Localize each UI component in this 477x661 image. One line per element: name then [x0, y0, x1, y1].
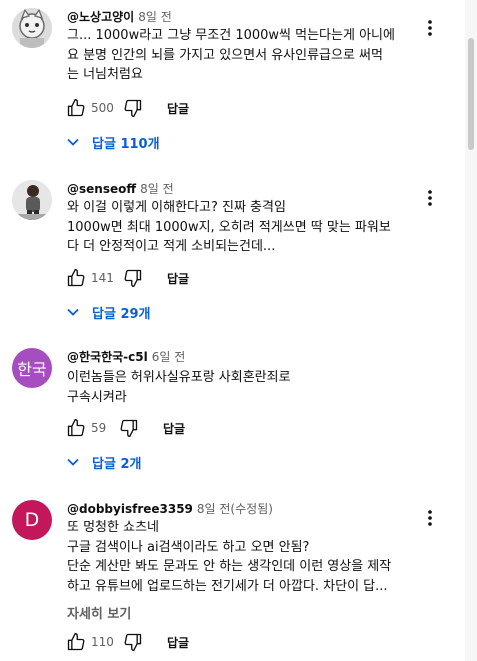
like-count: 110: [91, 635, 114, 649]
view-replies-button[interactable]: 답글 110개: [66, 128, 160, 156]
dislike-button[interactable]: [121, 630, 145, 654]
comment-time[interactable]: 8일 전(수정됨): [197, 502, 273, 516]
comment-line: 단순 계산만 봐도 문과도 안 하는 생각인데 이런 영상을 제작: [67, 559, 392, 574]
more-actions-button[interactable]: [420, 16, 440, 40]
avatar-text: 한국: [17, 360, 47, 379]
dislike-button[interactable]: [117, 416, 141, 440]
avatar[interactable]: [12, 180, 52, 220]
like-count: 59: [91, 421, 107, 435]
comment-line: 구글 검색이나 ai검색이라도 하고 오면 안됨?: [67, 539, 310, 555]
comment-line: 구속시켜라: [67, 389, 127, 405]
thumb-up-icon: [67, 419, 85, 437]
view-replies-label[interactable]: 답글 29개: [92, 303, 151, 322]
comment-text: 와 이걸 이렇게 이해한다고? 진짜 충격임 1000w면 최대 1000w지,…: [67, 198, 422, 257]
reply-button[interactable]: 답글: [167, 100, 189, 117]
comment-actions: 141 답글: [64, 264, 189, 292]
reply-button[interactable]: 답글: [167, 270, 189, 287]
comment-line: 1000w면 최대 1000w지, 오히려 적게쓰면 딱 맞는 파워보: [67, 219, 391, 235]
scrollbar-thumb[interactable]: [468, 38, 474, 150]
thumb-down-icon: [124, 99, 142, 118]
reply-button[interactable]: 답글: [167, 634, 189, 651]
like-button[interactable]: [64, 630, 88, 654]
comment-line: 요 분명 인간의 뇌를 가지고 있으면서 유사인류급으로 써먹: [67, 47, 383, 63]
more-vert-icon: [428, 190, 432, 206]
reply-button[interactable]: 답글: [163, 420, 185, 437]
more-actions-button[interactable]: [420, 186, 440, 210]
comment-actions: 59 답글: [64, 414, 185, 442]
comment-text: 또 멍청한 쇼츠네 구글 검색이나 ai검색이라도 하고 오면 안됨? 단순 계…: [67, 518, 422, 596]
comment-line: 는 너님처럼요: [67, 67, 143, 82]
scrollbar-track[interactable]: [465, 0, 477, 661]
view-replies-label[interactable]: 답글 110개: [92, 133, 160, 152]
read-more-button[interactable]: 자세히 보기: [67, 603, 131, 622]
dislike-button[interactable]: [121, 266, 145, 290]
like-button[interactable]: [64, 266, 88, 290]
avatar[interactable]: D: [12, 500, 52, 540]
chevron-down-icon: [67, 458, 79, 466]
thumb-down-icon: [124, 269, 142, 287]
comment-header: @senseoff 8일 전: [67, 180, 174, 197]
comment-author[interactable]: @한국한국-c5l: [67, 350, 148, 364]
comment-author[interactable]: @dobbyisfree3359: [67, 502, 193, 516]
comment-author[interactable]: @senseoff: [67, 182, 136, 196]
thumb-up-icon: [67, 269, 85, 287]
comment-line: 또 멍청한 쇼츠네: [67, 520, 159, 535]
comment-actions: 110 답글: [64, 628, 189, 656]
comment-text: 이런놈들은 허위사실유포랑 사회혼란죄로 구속시켜라: [67, 368, 422, 407]
avatar[interactable]: 한국: [12, 348, 52, 388]
comment-line: 다 더 안정적이고 적게 소비되는건데...: [67, 239, 276, 254]
view-replies-label[interactable]: 답글 2개: [92, 453, 141, 472]
comment-time[interactable]: 8일 전: [140, 182, 174, 196]
avatar-text: D: [24, 509, 40, 531]
comment-author[interactable]: @노상고양이: [67, 10, 134, 24]
comment-line: 이런놈들은 허위사실유포랑 사회혼란죄로: [67, 370, 291, 385]
like-button[interactable]: [64, 96, 88, 120]
view-replies-button[interactable]: 답글 29개: [66, 298, 151, 326]
comment-line: 그... 1000w라고 그냥 무조건 1000w씩 먹는다는게 아니에: [67, 28, 395, 43]
chevron-down-icon: [67, 308, 79, 316]
dislike-button[interactable]: [121, 96, 145, 120]
more-actions-button[interactable]: [420, 506, 440, 530]
like-button[interactable]: [64, 416, 88, 440]
comment-actions: 500 답글: [64, 94, 189, 122]
comment-header: @dobbyisfree3359 8일 전(수정됨): [67, 500, 273, 517]
comment-time[interactable]: 6일 전: [152, 350, 186, 364]
like-count: 141: [91, 271, 114, 285]
more-vert-icon: [428, 510, 432, 526]
comment-line: 와 이걸 이렇게 이해한다고? 진짜 충격임: [67, 200, 286, 215]
comment-header: @노상고양이 8일 전: [67, 8, 172, 25]
comment-time[interactable]: 8일 전: [138, 10, 172, 24]
like-count: 500: [91, 101, 114, 115]
view-replies-button[interactable]: 답글 2개: [66, 448, 141, 476]
thumb-up-icon: [67, 633, 85, 651]
chevron-down-icon: [67, 138, 79, 146]
thumb-down-icon: [120, 419, 138, 437]
thumb-down-icon: [124, 633, 142, 651]
comment-header: @한국한국-c5l 6일 전: [67, 348, 185, 365]
comment-text: 그... 1000w라고 그냥 무조건 1000w씩 먹는다는게 아니에 요 분…: [67, 26, 422, 85]
more-vert-icon: [428, 20, 432, 36]
comment-line: 하고 유튜브에 업로드하는 전기세가 더 아깝다. 차단이 답...: [67, 578, 388, 594]
thumb-up-icon: [67, 99, 85, 117]
avatar[interactable]: [12, 8, 52, 48]
